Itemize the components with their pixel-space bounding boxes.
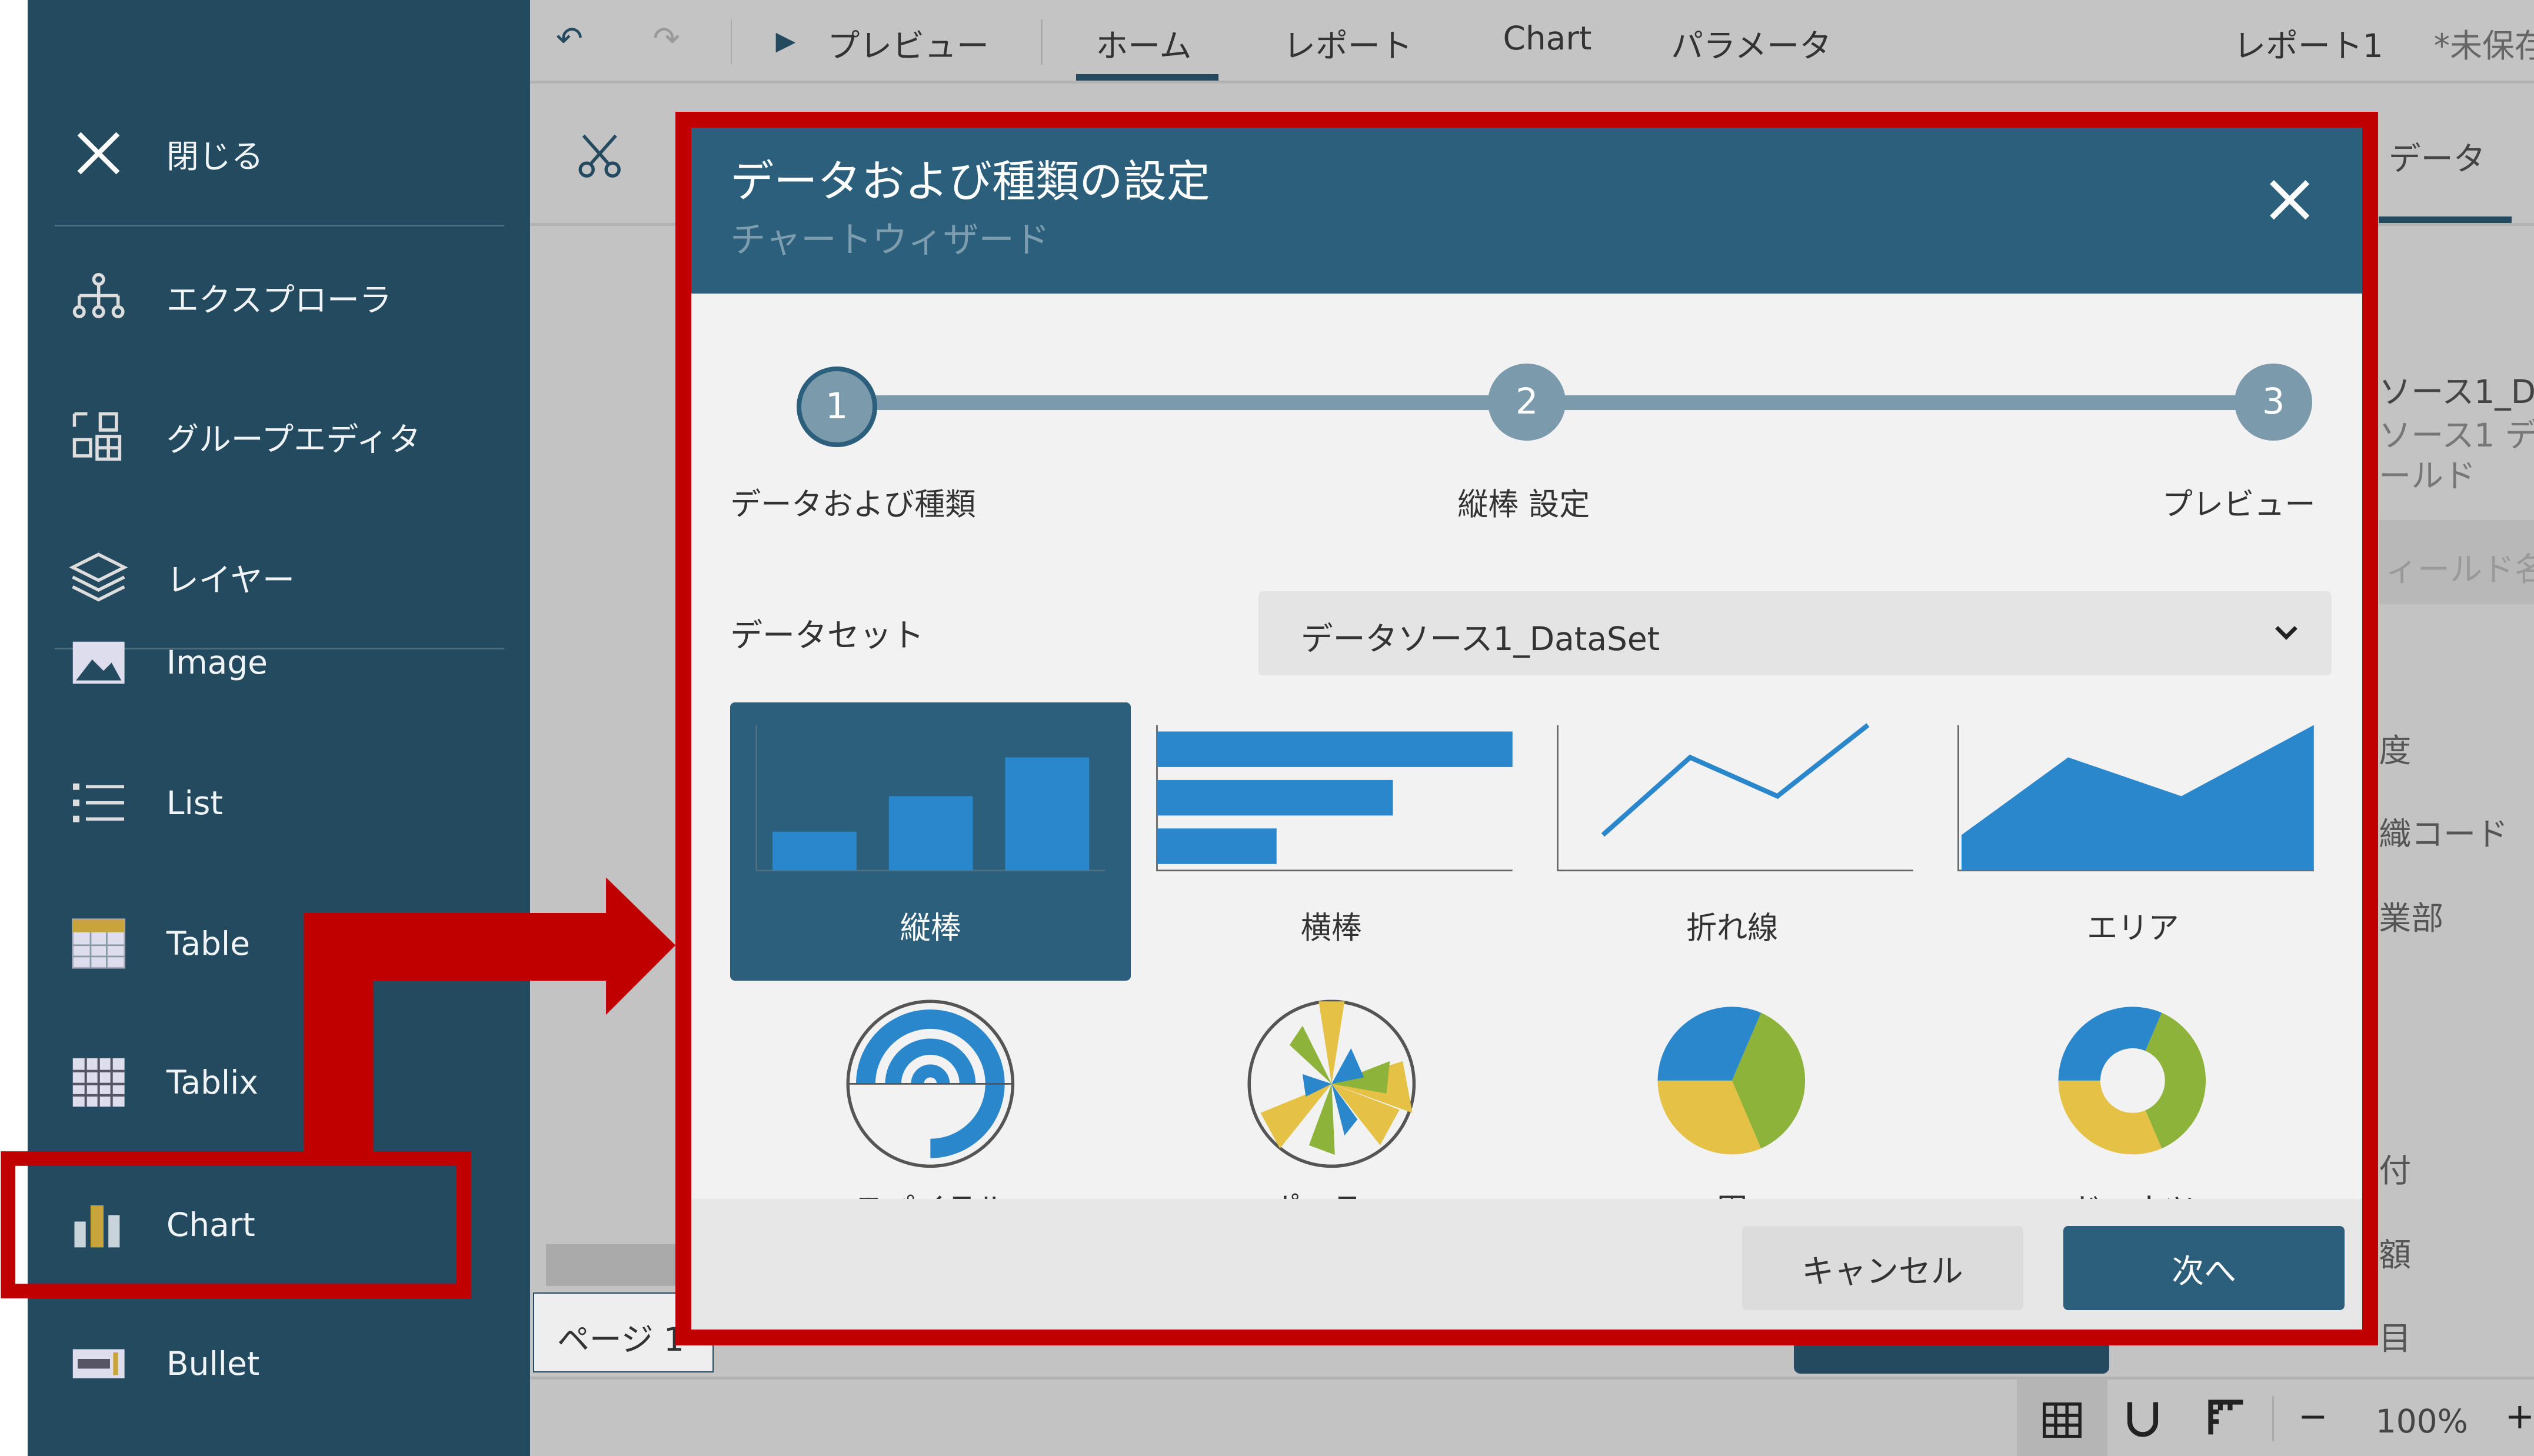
step-2: 2	[1488, 363, 1566, 441]
bar-chart-icon	[1156, 725, 1513, 872]
next-button[interactable]: 次へ	[2063, 1226, 2345, 1311]
dialog-footer: キャンセル 次へ	[691, 1198, 2363, 1330]
arrow-shape	[304, 877, 676, 1152]
close-dialog-button[interactable]	[2269, 179, 2310, 227]
dataset-label: データセット	[730, 617, 924, 655]
dialog-title: データおよび種類の設定	[730, 156, 1210, 208]
chart-type-bar[interactable]: 横棒	[1131, 702, 1531, 980]
dataset-value: データソース1_DataSet	[1300, 619, 1660, 658]
line-chart-icon	[1557, 723, 1913, 872]
pie-chart-icon	[1657, 1007, 1806, 1155]
chart-type-label: エリア	[2087, 910, 2179, 946]
chart-wizard-dialog: データおよび種類の設定 チャートウィザード 1 2 3 データおよび種類 縦棒 …	[675, 111, 2379, 1346]
step-1-label: データおよび種類	[730, 487, 976, 523]
chart-type-line[interactable]: 折れ線	[1531, 702, 1932, 980]
dialog-subtitle: チャートウィザード	[730, 219, 1050, 261]
polar-chart-icon	[1247, 999, 1416, 1168]
chart-type-column[interactable]: 縦棒	[730, 702, 1131, 981]
donut-chart-icon	[2058, 1007, 2206, 1155]
cancel-button[interactable]: キャンセル	[1741, 1226, 2023, 1311]
chevron-down-icon	[2273, 620, 2299, 650]
chart-highlight-box	[1, 1151, 471, 1299]
step-3-label: プレビュー	[2162, 487, 2316, 523]
chart-type-label: 横棒	[1300, 910, 1363, 946]
close-icon	[2270, 180, 2310, 220]
column-chart-icon	[755, 725, 1105, 872]
step-2-label: 縦棒 設定	[1457, 487, 1590, 523]
chart-type-label: 縦棒	[900, 910, 961, 946]
chart-type-area[interactable]: エリア	[1933, 702, 2333, 980]
spiral-chart-icon	[846, 999, 1015, 1168]
step-1: 1	[796, 367, 877, 447]
chart-type-label: 折れ線	[1686, 910, 1779, 946]
area-chart-icon	[1957, 725, 2314, 872]
step-3: 3	[2235, 363, 2313, 441]
dataset-select[interactable]: データソース1_DataSet	[1258, 591, 2332, 675]
dialog-header: データおよび種類の設定 チャートウィザード	[691, 127, 2363, 294]
